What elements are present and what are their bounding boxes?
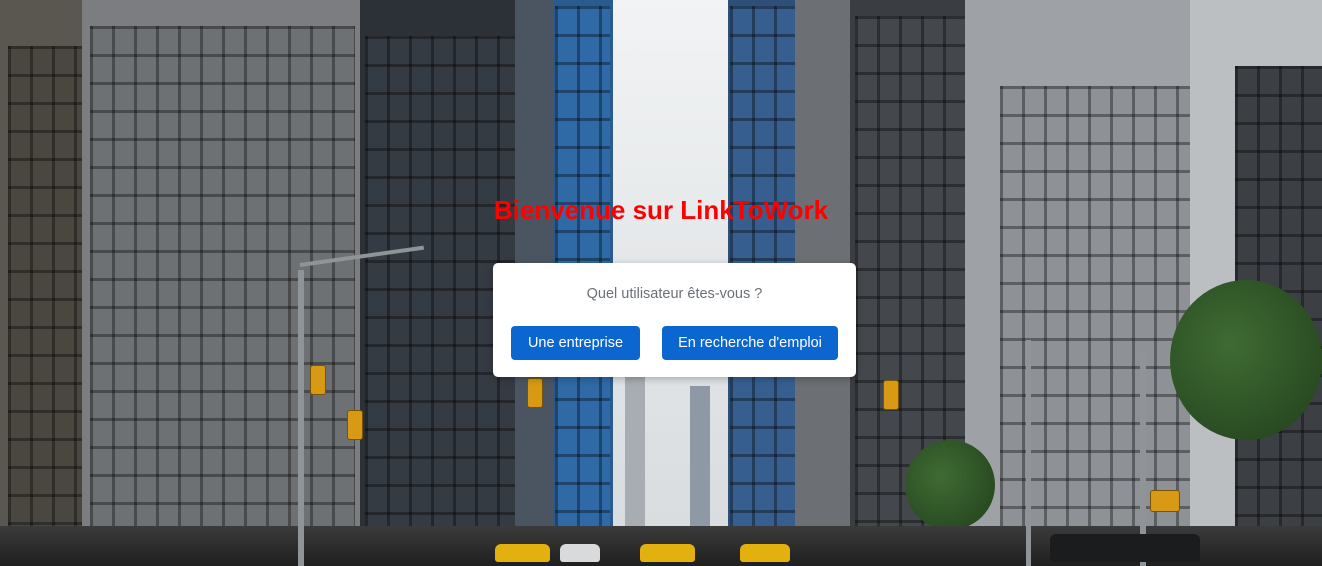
lamp-pole-right-2	[1026, 340, 1031, 566]
black-suv	[1050, 534, 1200, 562]
user-type-question: Quel utilisateur êtes-vous ?	[586, 286, 763, 302]
taxi-car	[640, 544, 695, 562]
job-seeker-button[interactable]: En recherche d'emploi	[662, 326, 838, 360]
user-type-card: Quel utilisateur êtes-vous ? Une entrepr…	[493, 263, 856, 377]
traffic-light-icon	[347, 410, 363, 440]
traffic-light-icon	[883, 380, 899, 410]
white-car	[560, 544, 600, 562]
tree-mid	[905, 440, 995, 530]
welcome-title: Bienvenue sur LinkToWork	[493, 195, 829, 225]
traffic-light-icon	[1150, 490, 1180, 512]
page: Bienvenue sur LinkToWork Quel utilisateu…	[0, 0, 1322, 566]
lamp-pole-left	[298, 270, 304, 566]
tree-right	[1170, 280, 1322, 440]
company-button[interactable]: Une entreprise	[511, 326, 640, 360]
taxi-car	[495, 544, 550, 562]
building-left-1-windows	[8, 46, 88, 566]
traffic-light-icon	[310, 365, 326, 395]
building-left-2-windows	[90, 26, 355, 566]
taxi-car	[740, 544, 790, 562]
traffic-light-icon	[527, 378, 543, 408]
